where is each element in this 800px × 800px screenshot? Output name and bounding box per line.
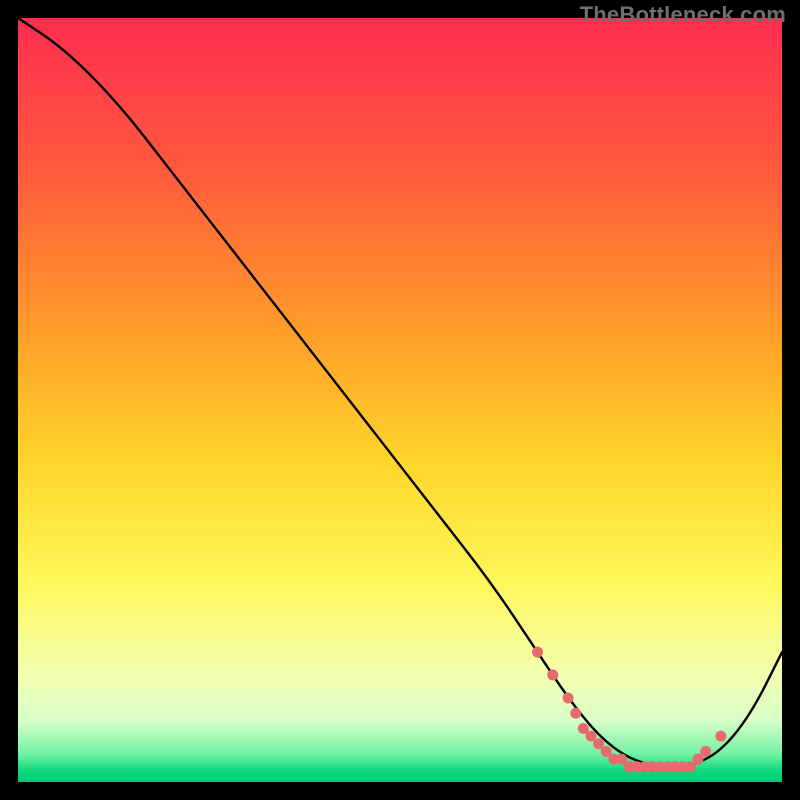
- marker-dot: [700, 746, 711, 757]
- marker-dot: [547, 670, 558, 681]
- chart-stage: TheBottleneck.com: [0, 0, 800, 800]
- marker-dot: [563, 692, 574, 703]
- marker-dot: [570, 708, 581, 719]
- marker-dot: [532, 647, 543, 658]
- marker-dot: [715, 731, 726, 742]
- gradient-rect: [18, 18, 782, 782]
- plot-area: [18, 18, 782, 782]
- watermark-label: TheBottleneck.com: [580, 2, 786, 28]
- chart-svg: [18, 18, 782, 782]
